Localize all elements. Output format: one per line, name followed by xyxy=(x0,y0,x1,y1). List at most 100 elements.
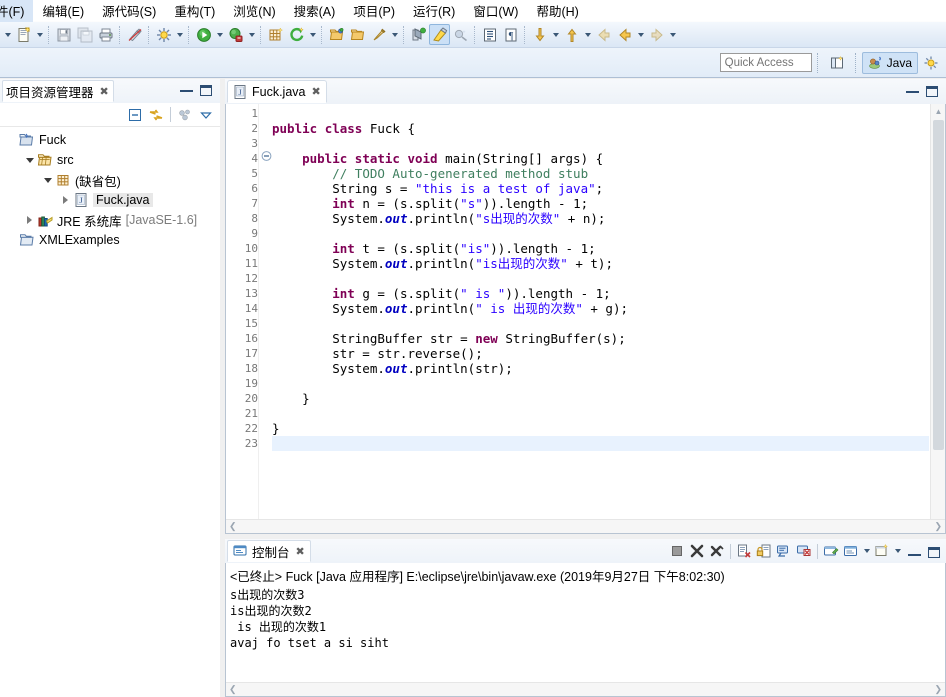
toggle-mark-occurrences-icon[interactable] xyxy=(124,24,145,45)
back-history-icon[interactable] xyxy=(614,24,635,45)
code-line[interactable]: // TODO Auto-generated method stub xyxy=(272,166,929,181)
menu-item-6[interactable]: 项目(P) xyxy=(344,0,404,22)
tree-item-2[interactable]: (缺省包) xyxy=(0,170,220,190)
scroll-right-arrow[interactable]: ❯ xyxy=(934,521,942,532)
editor-scroll-thumb[interactable] xyxy=(933,120,944,450)
pin-console-icon[interactable] xyxy=(794,541,814,561)
tree-item-1[interactable]: src xyxy=(0,150,220,170)
tab-project-explorer[interactable]: 项目资源管理器 ✖ xyxy=(2,80,114,102)
code-line[interactable] xyxy=(272,136,929,151)
editor-minimize-icon[interactable] xyxy=(904,83,920,99)
quick-access-input[interactable] xyxy=(719,53,812,72)
code-line[interactable]: StringBuffer str = new StringBuffer(s); xyxy=(272,331,929,346)
editor-vertical-scrollbar[interactable]: ▲ xyxy=(930,104,945,533)
menu-item-9[interactable]: 帮助(H) xyxy=(527,0,587,22)
code-line[interactable] xyxy=(272,436,929,451)
run-dropdown-arrow[interactable] xyxy=(214,24,225,45)
tab-console[interactable]: 控制台 ✖ xyxy=(227,540,311,562)
collapse-arrow-icon[interactable] xyxy=(40,172,55,188)
run-icon[interactable] xyxy=(193,24,214,45)
next-word-icon[interactable] xyxy=(450,24,471,45)
code-line[interactable]: System.out.println(str); xyxy=(272,361,929,376)
editor-maximize-icon[interactable] xyxy=(924,83,940,99)
menu-item-8[interactable]: 窗口(W) xyxy=(464,0,527,22)
open-type-icon[interactable] xyxy=(326,24,347,45)
code-line[interactable] xyxy=(272,376,929,391)
external-tools-icon[interactable] xyxy=(286,24,307,45)
code-line[interactable] xyxy=(272,106,929,121)
console-horizontal-scrollbar[interactable]: ❮ ❯ xyxy=(226,682,945,696)
display-selected-console-icon[interactable] xyxy=(821,541,841,561)
project-tree[interactable]: Fuck src (缺省包) J Fuck.java JRE 系统库 [JavaSE-1.6… xyxy=(0,127,220,693)
debug-icon[interactable] xyxy=(225,24,246,45)
code-line[interactable]: int n = (s.split("s")).length - 1; xyxy=(272,196,929,211)
new-wizard-dropdown-arrow[interactable] xyxy=(2,24,13,45)
next-annotation-dropdown-arrow[interactable] xyxy=(550,24,561,45)
save-all-icon[interactable] xyxy=(74,24,95,45)
build-dropdown-arrow[interactable] xyxy=(174,24,185,45)
code-line[interactable] xyxy=(272,406,929,421)
new-wizard-icon[interactable] xyxy=(13,24,34,45)
console-maximize-icon[interactable] xyxy=(923,541,943,561)
perspective-java[interactable]: Java xyxy=(861,51,918,74)
code-line[interactable] xyxy=(272,316,929,331)
open-console-icon[interactable] xyxy=(841,541,861,561)
new-console-view-icon[interactable] xyxy=(872,541,892,561)
scroll-lock-icon[interactable] xyxy=(754,541,774,561)
code-line[interactable]: System.out.println("s出现的次数" + n); xyxy=(272,211,929,226)
next-annotation-icon[interactable] xyxy=(529,24,550,45)
tree-item-0[interactable]: Fuck xyxy=(0,130,220,150)
new-wizard-menu-arrow[interactable] xyxy=(34,24,45,45)
previous-annotation-dropdown-arrow[interactable] xyxy=(582,24,593,45)
code-line[interactable]: str = str.reverse(); xyxy=(272,346,929,361)
fold-toggle-icon[interactable] xyxy=(259,149,272,164)
search-dropdown-arrow[interactable] xyxy=(389,24,400,45)
menu-item-3[interactable]: 重构(T) xyxy=(165,0,224,22)
save-icon[interactable] xyxy=(53,24,74,45)
paragraph-mark-icon[interactable]: ¶ xyxy=(500,24,521,45)
outline-icon[interactable] xyxy=(479,24,500,45)
console-output[interactable]: s出现的次数3 is出现的次数2 is 出现的次数1 avaj fo tset a … xyxy=(226,587,945,651)
code-line[interactable]: System.out.println("is出现的次数" + t); xyxy=(272,256,929,271)
debug-dropdown-arrow[interactable] xyxy=(246,24,257,45)
previous-annotation-icon[interactable] xyxy=(561,24,582,45)
open-task-icon[interactable] xyxy=(347,24,368,45)
collapse-all-icon[interactable] xyxy=(125,105,145,125)
forward-icon[interactable] xyxy=(646,24,667,45)
remove-all-terminated-icon[interactable] xyxy=(707,541,727,561)
external-tools-dropdown-arrow[interactable] xyxy=(307,24,318,45)
close-icon[interactable]: ✖ xyxy=(100,85,109,98)
perspective-debug[interactable] xyxy=(918,52,944,74)
focus-on-active-task-icon[interactable] xyxy=(175,105,195,125)
editor-annotation-ruler[interactable] xyxy=(226,104,234,533)
code-line[interactable]: int t = (s.split("is")).length - 1; xyxy=(272,241,929,256)
minimize-icon[interactable] xyxy=(178,82,194,98)
build-icon[interactable] xyxy=(153,24,174,45)
menu-item-1[interactable]: 编辑(E) xyxy=(33,0,93,22)
code-line[interactable]: System.out.println(" is 出现的次数" + g); xyxy=(272,301,929,316)
tree-item-3[interactable]: J Fuck.java xyxy=(0,190,220,210)
code-line[interactable]: } xyxy=(272,391,929,406)
open-perspective-button[interactable] xyxy=(824,52,850,74)
code-line[interactable]: public static void main(String[] args) { xyxy=(272,151,929,166)
code-line[interactable] xyxy=(272,226,929,241)
show-whitespace-icon[interactable] xyxy=(429,24,450,45)
folding-ruler[interactable] xyxy=(258,104,272,533)
code-line[interactable] xyxy=(272,271,929,286)
editor-horizontal-scrollbar[interactable]: ❮ ❯ xyxy=(226,519,945,533)
view-menu-icon[interactable] xyxy=(196,105,216,125)
scroll-left-arrow[interactable]: ❮ xyxy=(229,684,237,695)
editor-body[interactable]: 1 2 3 4 5 6 7 8 9 10 11 12 13 14 15 16 17 18 19 20 21 22 23 pu… xyxy=(225,104,946,534)
expand-arrow-icon[interactable] xyxy=(58,192,73,208)
menu-item-4[interactable]: 浏览(N) xyxy=(224,0,284,22)
new-java-package-icon[interactable] xyxy=(265,24,286,45)
console-body[interactable]: <已终止> Fuck [Java 应用程序] E:\eclipse\jre\bi… xyxy=(225,563,946,697)
expand-arrow-icon[interactable] xyxy=(22,212,37,228)
collapse-arrow-icon[interactable] xyxy=(22,152,37,168)
clear-console-icon[interactable] xyxy=(734,541,754,561)
scroll-up-arrow[interactable]: ▲ xyxy=(931,104,946,119)
tree-item-4[interactable]: JRE 系统库 [JavaSE-1.6] xyxy=(0,210,220,230)
annotation-icon[interactable] xyxy=(408,24,429,45)
menu-item-7[interactable]: 运行(R) xyxy=(404,0,464,22)
scroll-right-arrow[interactable]: ❯ xyxy=(934,684,942,695)
